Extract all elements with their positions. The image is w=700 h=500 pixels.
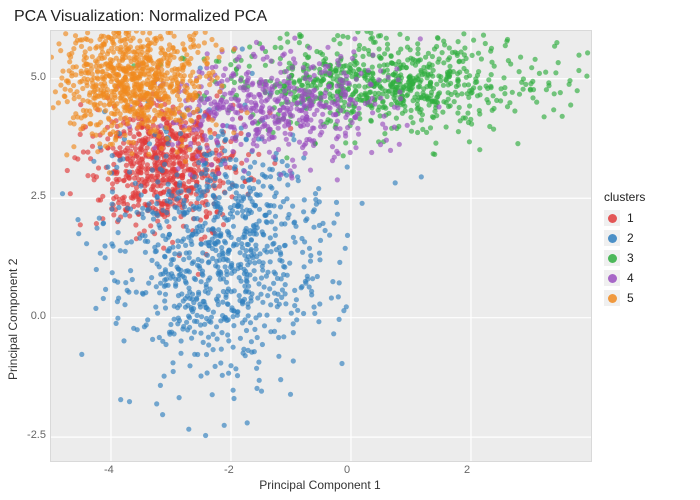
- legend-swatch: [604, 270, 620, 286]
- legend-swatch: [604, 210, 620, 226]
- legend-item: 3: [604, 250, 645, 266]
- legend-swatch: [604, 290, 620, 306]
- circle-icon: [608, 294, 617, 303]
- plot-panel: [50, 30, 592, 462]
- circle-icon: [608, 274, 617, 283]
- x-axis-label: Principal Component 1: [50, 478, 590, 492]
- legend-title: clusters: [604, 190, 645, 204]
- legend-item: 5: [604, 290, 645, 306]
- pca-figure: PCA Visualization: Normalized PCA Princi…: [0, 0, 700, 500]
- x-tick-label: -4: [104, 464, 114, 476]
- x-tick-label: -2: [224, 464, 234, 476]
- circle-icon: [608, 254, 617, 263]
- legend-item: 2: [604, 230, 645, 246]
- y-axis-label: Principal Component 2: [6, 259, 20, 380]
- x-tick-label: 2: [464, 464, 470, 476]
- circle-icon: [608, 234, 617, 243]
- legend-label: 3: [627, 251, 634, 265]
- legend-item: 4: [604, 270, 645, 286]
- points-layer: [51, 31, 591, 461]
- legend-swatch: [604, 250, 620, 266]
- y-tick-label: -2.5: [20, 429, 46, 441]
- legend-swatch: [604, 230, 620, 246]
- chart-title: PCA Visualization: Normalized PCA: [14, 8, 267, 26]
- circle-icon: [608, 214, 617, 223]
- y-tick-label: 0.0: [20, 310, 46, 322]
- legend-item: 1: [604, 210, 645, 226]
- y-tick-label: 5.0: [20, 71, 46, 83]
- legend-label: 2: [627, 231, 634, 245]
- legend: clusters 1 2 3 4 5: [604, 190, 645, 310]
- legend-label: 1: [627, 211, 634, 225]
- legend-label: 5: [627, 291, 634, 305]
- y-tick-label: 2.5: [20, 190, 46, 202]
- x-tick-label: 0: [344, 464, 350, 476]
- legend-label: 4: [627, 271, 634, 285]
